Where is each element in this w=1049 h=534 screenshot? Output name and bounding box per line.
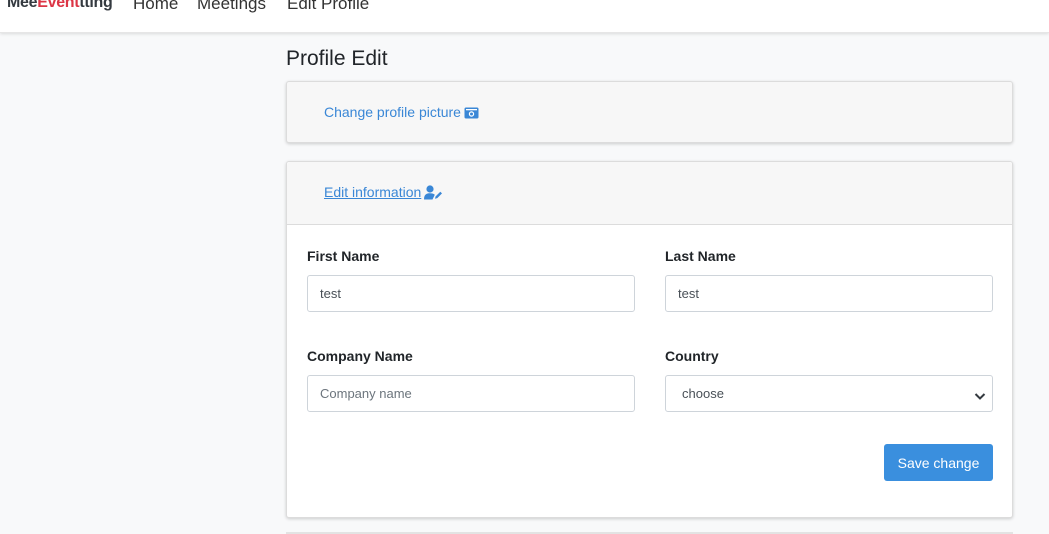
- country-select[interactable]: choose: [665, 375, 993, 412]
- nav-link-home[interactable]: Home: [133, 0, 178, 14]
- page-title: Profile Edit: [286, 47, 388, 70]
- country-label: Country: [665, 348, 719, 364]
- first-name-label: First Name: [307, 248, 380, 264]
- nav-link-edit-profile[interactable]: Edit Profile: [287, 0, 369, 14]
- edit-information-link[interactable]: Edit information: [320, 184, 443, 200]
- brand-text-accent: Event: [37, 0, 80, 11]
- change-profile-picture-link[interactable]: Change profile picture: [324, 104, 479, 120]
- company-name-input[interactable]: [307, 375, 635, 412]
- country-selected-value: choose: [682, 386, 724, 401]
- last-name-label: Last Name: [665, 248, 736, 264]
- save-change-button[interactable]: Save change: [884, 444, 993, 481]
- last-name-input[interactable]: [665, 275, 993, 312]
- nav-link-meetings[interactable]: Meetings: [197, 0, 266, 14]
- edit-information-label: Edit information: [324, 184, 422, 200]
- brand-text-part: Mee: [7, 0, 38, 11]
- change-profile-picture-label: Change profile picture: [324, 104, 461, 120]
- user-edit-icon: [424, 184, 443, 200]
- company-name-label: Company Name: [307, 348, 413, 364]
- top-navbar: MeeEventtting Home Meetings Edit Profile: [0, 0, 1049, 33]
- edit-information-card: Edit information First Name Last Name Co…: [286, 161, 1013, 518]
- brand-text-part: tting: [79, 0, 113, 11]
- first-name-input[interactable]: [307, 275, 635, 312]
- profile-picture-card: Change profile picture: [286, 81, 1013, 143]
- camera-icon: [464, 106, 479, 119]
- chevron-down-icon: [974, 389, 986, 404]
- brand-logo[interactable]: MeeEventtting: [7, 0, 113, 12]
- edit-information-header: Edit information: [287, 162, 1012, 225]
